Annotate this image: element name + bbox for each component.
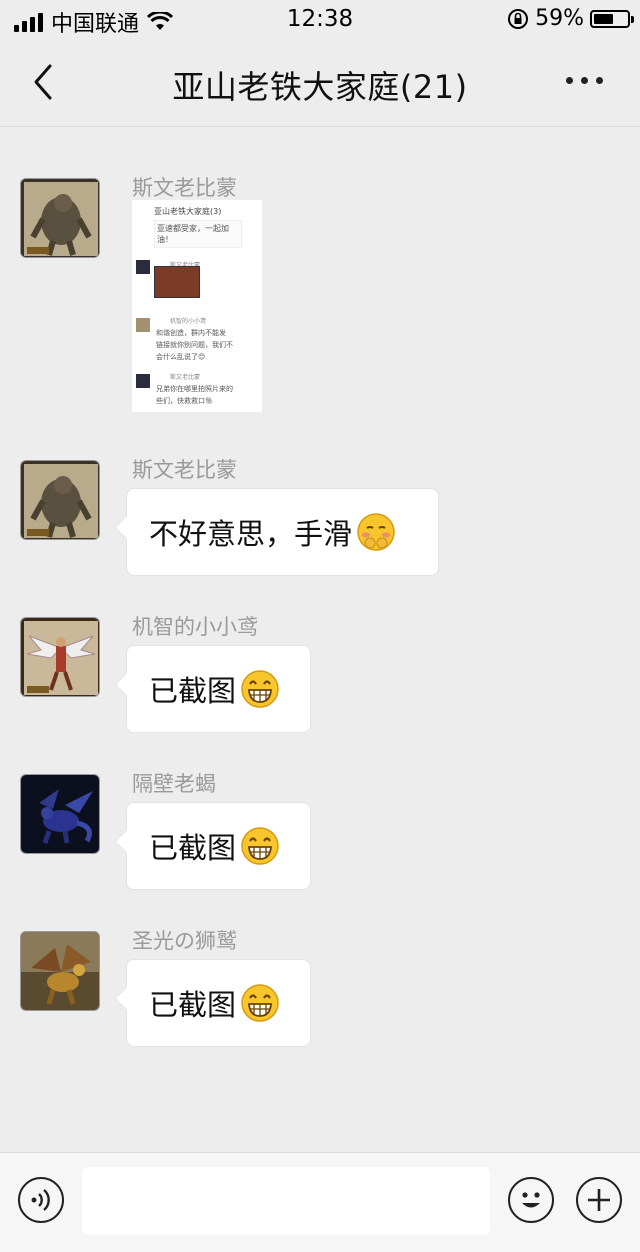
battery-icon [590, 9, 634, 28]
grin-emoji-icon [241, 827, 279, 865]
chat-title: 亚山老铁大家庭(21) [172, 68, 468, 106]
message-bubble[interactable]: 已截图 [126, 959, 311, 1047]
voice-button[interactable] [18, 1177, 64, 1223]
sender-avatar[interactable] [20, 617, 100, 697]
emoji-button[interactable] [508, 1177, 554, 1223]
sender-avatar[interactable] [20, 178, 100, 258]
grin-emoji-icon [241, 984, 279, 1022]
voice-icon [31, 1189, 50, 1211]
screenshot-title: 亚山老铁大家庭(3) [154, 207, 222, 216]
sender-name: 斯文老比蒙 [132, 458, 237, 482]
sender-name: 机智的小小鸢 [132, 615, 258, 639]
screenshot-line: 机智的小小鸢 [170, 318, 207, 325]
screenshot-photo [154, 266, 200, 298]
embarrassed-emoji-icon [357, 513, 395, 551]
screenshot-avatar [136, 318, 150, 332]
battery-fill [594, 13, 613, 24]
message-bubble[interactable]: 不好意思，手滑 [126, 488, 439, 576]
screenshot-line: 亚速都受家，一起加油！ [154, 220, 242, 248]
status-bar: 中国联通 12:38 59% [0, 0, 640, 40]
orientation-lock-icon [508, 8, 529, 29]
message-text: 不好意思，手滑 [149, 517, 353, 551]
more-dot [595, 76, 603, 84]
screenshot-line: 斯文老比蒙 [170, 374, 201, 381]
screenshot-line: 会什么乱说了😊 [156, 353, 206, 361]
sender-name: 隔壁老蝎 [132, 772, 216, 796]
screenshot-line: 和谐创造，群内不能发 [156, 329, 226, 337]
message-bubble[interactable]: 已截图 [126, 802, 311, 890]
message-text: 已截图 [149, 988, 237, 1022]
screenshot-line: 些们，快救救口🐘 [156, 397, 214, 405]
message-bubble[interactable]: 已截图 [126, 645, 311, 733]
message-input[interactable] [82, 1167, 490, 1235]
screenshot-avatar [136, 374, 150, 388]
more-button[interactable] [562, 68, 606, 92]
more-dot [580, 76, 588, 84]
nav-bar: 亚山老铁大家庭(21) [0, 40, 640, 127]
sender-avatar[interactable] [20, 774, 100, 854]
screenshot-image[interactable]: 亚山老铁大家庭(3) 亚速都受家，一起加油！ 斯文老比蒙 机智的小小鸢 和谐创造… [132, 200, 262, 412]
input-bar [0, 1152, 640, 1252]
griffin-avatar [21, 932, 99, 1010]
behemoth-avatar [21, 461, 99, 539]
behemoth-avatar [21, 179, 99, 257]
plus-button[interactable] [576, 1177, 622, 1223]
sender-avatar[interactable] [20, 931, 100, 1011]
status-right: 59% [507, 6, 634, 31]
emoji-icon [522, 1192, 540, 1208]
winged-warrior-avatar [21, 618, 99, 696]
sender-name: 斯文老比蒙 [132, 176, 237, 200]
plus-icon [588, 1189, 610, 1211]
sender-avatar[interactable] [20, 460, 100, 540]
screenshot-avatar [136, 260, 150, 274]
message-text: 已截图 [149, 831, 237, 865]
screenshot-line: 链接就你别问题，我们不 [156, 341, 233, 349]
sender-name: 圣光の狮鹫 [132, 929, 237, 953]
screenshot-line: 兄弟你在哪里拍照片来的 [156, 385, 233, 393]
grin-emoji-icon [241, 670, 279, 708]
blue-dragon-avatar [21, 775, 99, 853]
more-dot [565, 76, 573, 84]
message-text: 已截图 [149, 674, 237, 708]
battery-percent: 59% [535, 6, 584, 31]
